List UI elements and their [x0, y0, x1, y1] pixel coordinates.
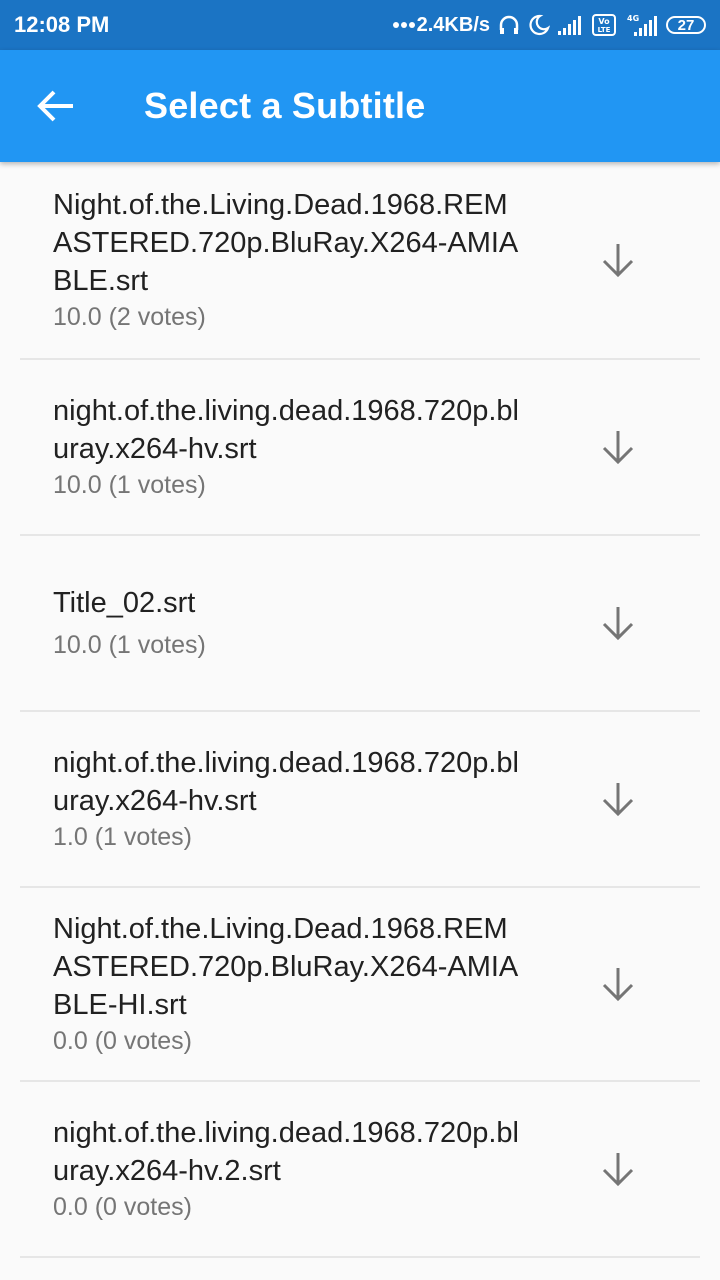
subtitle-list-item[interactable]: Night.of.the.Living.Dead.1968.REMASTERED… — [20, 888, 700, 1082]
subtitle-list: Night.of.the.Living.Dead.1968.REMASTERED… — [0, 162, 720, 1258]
moon-icon — [528, 14, 550, 36]
arrow-downward-icon — [602, 1153, 634, 1187]
subtitle-rating: 0.0 (0 votes) — [53, 1027, 192, 1055]
subtitle-title: Title_02.srt — [53, 587, 196, 619]
app-bar: Select a Subtitle — [0, 50, 720, 162]
subtitle-text: Night.of.the.Living.Dead.1968.REMASTERED… — [20, 910, 520, 1058]
status-icons: 2.4KB/s Vo LTE 4G 27 — [392, 13, 706, 37]
subtitle-rating: 10.0 (1 votes) — [53, 631, 206, 659]
subtitle-rating: 1.0 (1 votes) — [53, 823, 192, 851]
subtitle-rating: 10.0 (2 votes) — [53, 303, 206, 331]
signal-icon — [558, 15, 584, 35]
subtitle-title: night.of.the.living.dead.1968.720p.blura… — [53, 395, 519, 465]
network-type: 4G — [627, 14, 639, 23]
subtitle-text: night.of.the.living.dead.1968.720p.blura… — [20, 1114, 520, 1224]
arrow-downward-icon — [602, 431, 634, 465]
subtitle-text: night.of.the.living.dead.1968.720p.blura… — [20, 744, 520, 854]
4g-signal-icon: 4G — [624, 13, 658, 37]
subtitle-rating: 10.0 (1 votes) — [53, 471, 206, 499]
subtitle-list-item[interactable]: night.of.the.living.dead.1968.720p.blura… — [20, 1082, 700, 1258]
download-button[interactable] — [594, 1145, 642, 1193]
subtitle-text: night.of.the.living.dead.1968.720p.blura… — [20, 392, 520, 502]
volte-icon: Vo LTE — [592, 14, 616, 36]
arrow-downward-icon — [602, 968, 634, 1002]
status-bar: 12:08 PM 2.4KB/s Vo LTE 4G 27 — [0, 0, 720, 50]
subtitle-list-item[interactable]: night.of.the.living.dead.1968.720p.blura… — [20, 712, 700, 888]
headphones-icon — [498, 14, 520, 36]
download-button[interactable] — [594, 423, 642, 471]
download-button[interactable] — [594, 960, 642, 1008]
svg-text:LTE: LTE — [598, 26, 611, 34]
page-title: Select a Subtitle — [144, 85, 426, 126]
subtitle-list-item[interactable]: Title_02.srt 10.0 (1 votes) — [20, 536, 700, 712]
subtitle-text: Night.of.the.Living.Dead.1968.REMASTERED… — [20, 186, 520, 334]
arrow-downward-icon — [602, 783, 634, 817]
download-button[interactable] — [594, 599, 642, 647]
back-button[interactable] — [20, 70, 92, 142]
subtitle-rating: 0.0 (0 votes) — [53, 1193, 192, 1221]
download-button[interactable] — [594, 775, 642, 823]
subtitle-title: Night.of.the.Living.Dead.1968.REMASTERED… — [53, 913, 519, 1021]
arrow-downward-icon — [602, 244, 634, 278]
arrow-back-icon — [37, 90, 73, 122]
dots-icon — [392, 22, 415, 28]
subtitle-list-item[interactable]: Night.of.the.Living.Dead.1968.REMASTERED… — [20, 162, 700, 360]
battery-icon: 27 — [666, 16, 706, 34]
svg-text:Vo: Vo — [598, 17, 610, 26]
status-time: 12:08 PM — [14, 12, 110, 37]
arrow-downward-icon — [602, 607, 634, 641]
subtitle-list-item[interactable]: night.of.the.living.dead.1968.720p.blura… — [20, 360, 700, 536]
download-button[interactable] — [594, 236, 642, 284]
network-speed: 2.4KB/s — [416, 13, 490, 36]
battery-level: 27 — [677, 16, 695, 34]
subtitle-title: Night.of.the.Living.Dead.1968.REMASTERED… — [53, 189, 519, 297]
subtitle-text: Title_02.srt 10.0 (1 votes) — [20, 584, 520, 662]
subtitle-title: night.of.the.living.dead.1968.720p.blura… — [53, 747, 519, 817]
subtitle-title: night.of.the.living.dead.1968.720p.blura… — [53, 1117, 519, 1187]
